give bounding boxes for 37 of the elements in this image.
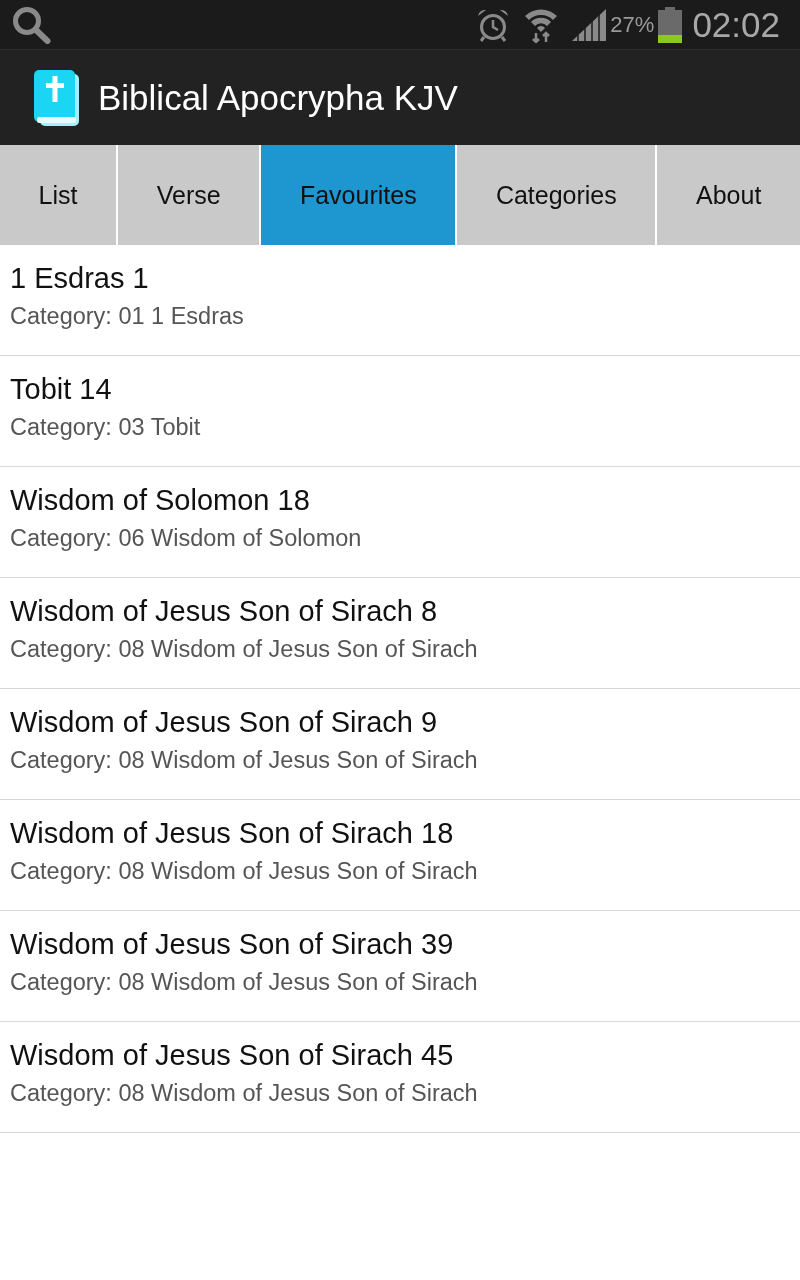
favourite-list-item[interactable]: Wisdom of Jesus Son of Sirach 18 Category: 08 Wisdom of Jesus Son of Sirach	[0, 800, 800, 911]
tab[interactable]: List	[0, 145, 117, 245]
app-title: Biblical Apocrypha KJV	[98, 77, 458, 118]
alarm-clock-icon	[476, 7, 511, 42]
chapter-title: Wisdom of Jesus Son of Sirach 39	[10, 927, 454, 962]
category-label: Category: 03 Tobit	[10, 413, 201, 442]
favourite-list-item[interactable]: Wisdom of Jesus Son of Sirach 8 Category: 08 Wisdom of Jesus Son of Sirach	[0, 578, 800, 689]
category-label: Category: 08 Wisdom of Jesus Son of Sirach	[10, 857, 478, 886]
chapter-title: 1 Esdras 1	[10, 261, 149, 296]
favourite-list-item[interactable]: Wisdom of Solomon 18 Category: 06 Wisdom of Solomon	[0, 467, 800, 578]
chapter-title: Wisdom of Jesus Son of Sirach 18	[10, 816, 454, 851]
category-label: Category: 08 Wisdom of Jesus Son of Sirach	[10, 1079, 478, 1108]
bible-book-icon[interactable]	[34, 69, 79, 126]
favourite-list-item[interactable]: Wisdom of Jesus Son of Sirach 45 Category: 08 Wisdom of Jesus Son of Sirach	[0, 1022, 800, 1133]
favourite-list-item[interactable]: Tobit 14 Category: 03 Tobit	[0, 356, 800, 467]
category-label: Category: 08 Wisdom of Jesus Son of Sirach	[10, 968, 478, 997]
chapter-title: Tobit 14	[10, 372, 112, 407]
signal-bars-icon	[572, 8, 607, 41]
clock-time: 02:02	[692, 4, 780, 45]
favourite-list-item[interactable]: Wisdom of Jesus Son of Sirach 9 Category: 08 Wisdom of Jesus Son of Sirach	[0, 689, 800, 800]
favourite-list-item[interactable]: Wisdom of Jesus Son of Sirach 39 Category: 08 Wisdom of Jesus Son of Sirach	[0, 911, 800, 1022]
chapter-title: Wisdom of Jesus Son of Sirach 8	[10, 594, 438, 629]
chapter-title: Wisdom of Solomon 18	[10, 483, 310, 518]
tab[interactable]: Categories	[457, 145, 656, 245]
tab[interactable]: Verse	[118, 145, 260, 245]
category-label: Category: 08 Wisdom of Jesus Son of Sirach	[10, 746, 478, 775]
category-label: Category: 08 Wisdom of Jesus Son of Sirach	[10, 635, 478, 664]
tab[interactable]: About	[657, 145, 800, 245]
battery-percentage: 27%	[610, 11, 655, 38]
favourite-list-item[interactable]: 1 Esdras 1 Category: 01 1 Esdras	[0, 245, 800, 356]
chapter-title: Wisdom of Jesus Son of Sirach 45	[10, 1038, 454, 1073]
battery-icon	[658, 6, 683, 43]
chapter-title: Wisdom of Jesus Son of Sirach 9	[10, 705, 438, 740]
category-label: Category: 06 Wisdom of Solomon	[10, 524, 362, 553]
category-label: Category: 01 1 Esdras	[10, 302, 244, 331]
tab[interactable]: Favourites	[261, 145, 456, 245]
search-icon[interactable]	[12, 5, 51, 44]
